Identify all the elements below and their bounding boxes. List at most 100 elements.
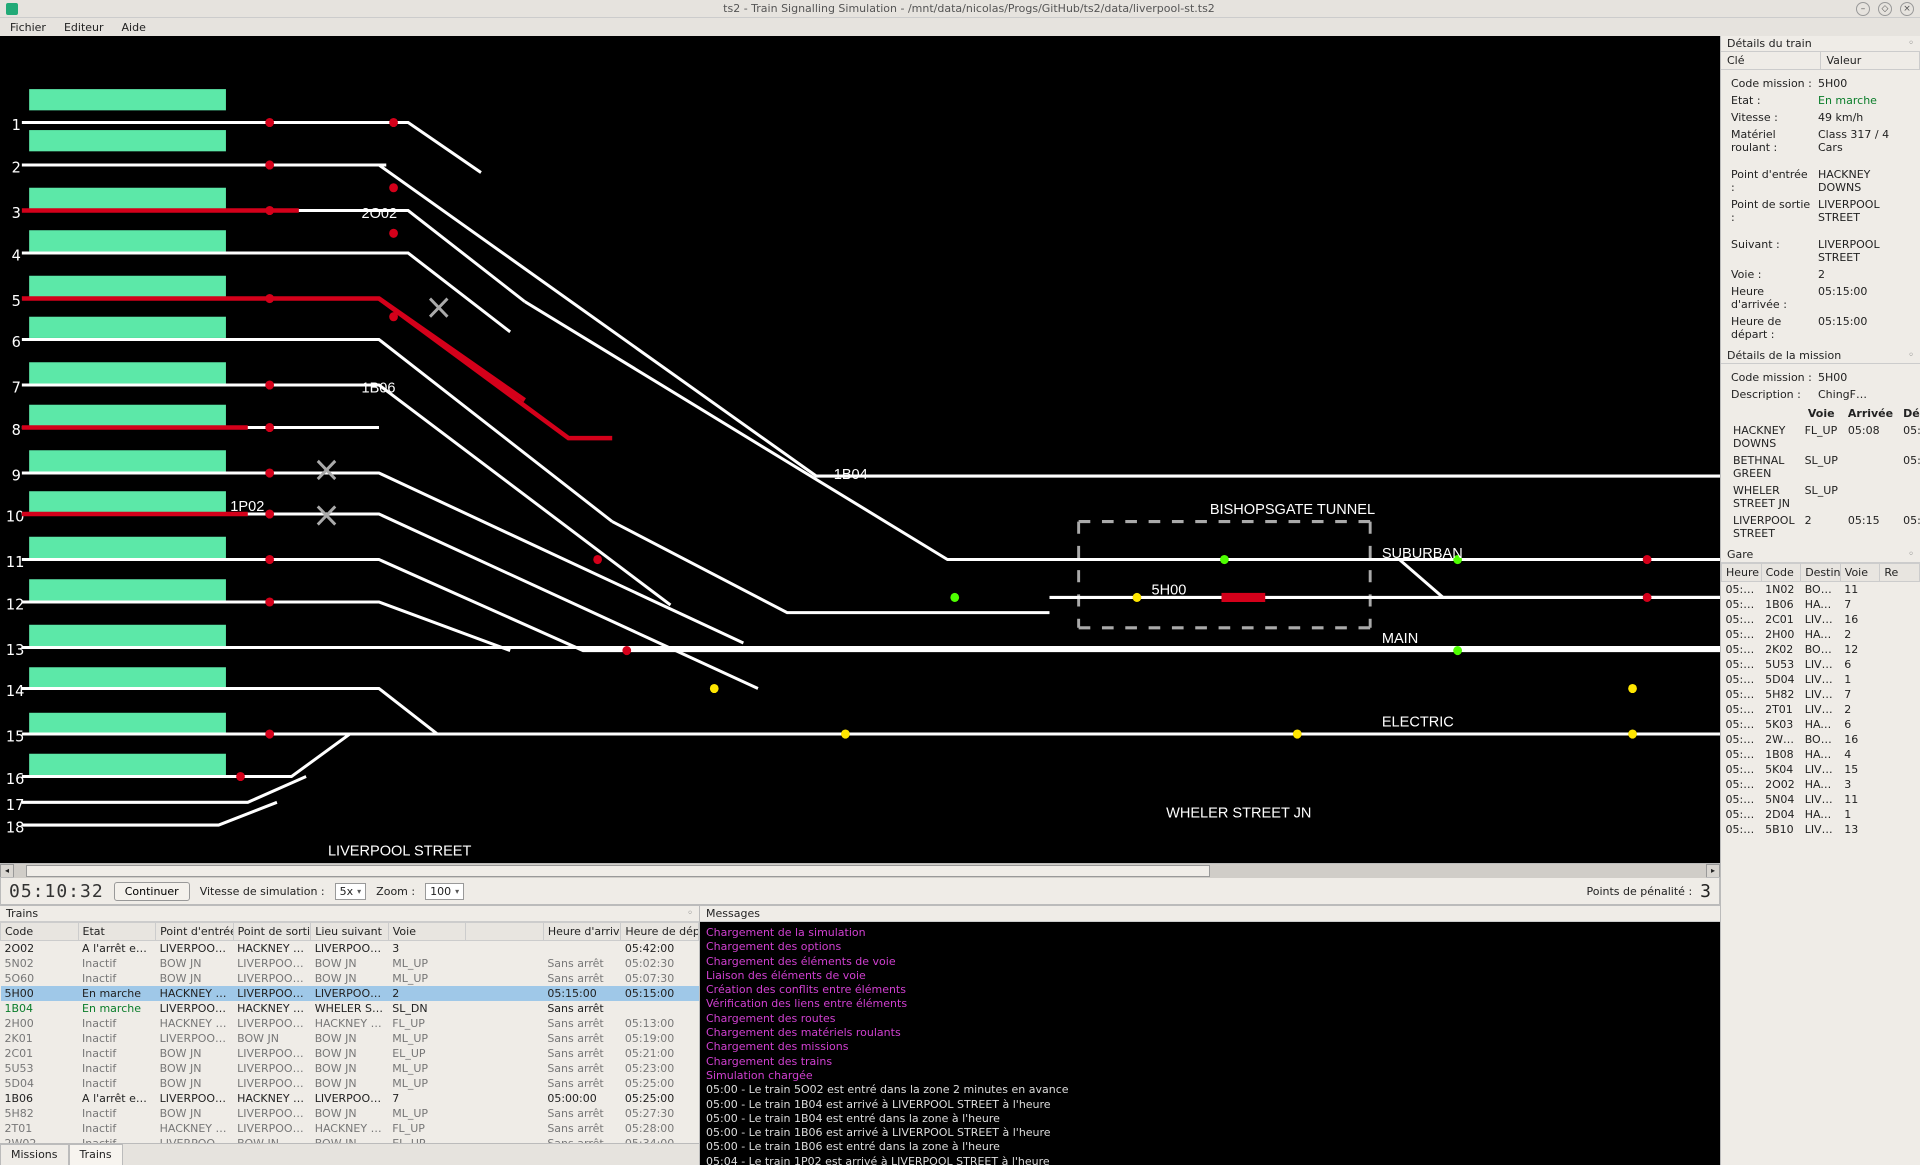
table-row[interactable]: 1B04En marcheLIVERPOOL ST…HACKNEY DO…WHE… [1,1001,699,1016]
svg-text:10: 10 [6,507,25,525]
col-key: Clé [1721,52,1821,69]
table-row[interactable]: 5H00En marcheHACKNEY DO…LIVERPOOL ST…LIV… [1,986,699,1001]
track-diagram[interactable]: 12 34 56 78 910 1112 1314 1516 1718 [0,36,1720,863]
mission-header: Détails de la mission [1727,349,1841,362]
svg-text:13: 13 [6,641,25,659]
train-detail-table: Code mission :5H00Etat :En marcheVitesse… [1727,74,1914,344]
table-row[interactable]: 05:231N02BOW JN11 [1722,582,1920,598]
menu-aide[interactable]: Aide [122,21,146,34]
table-row[interactable]: 1B06A l'arrêt en gareLIVERPOOL ST…HACKNE… [1,1091,699,1106]
table-row[interactable]: 05:282H00HACKNEY DOWNS2 [1722,627,1920,642]
svg-text:6: 6 [12,333,21,351]
table-row[interactable]: 05:282K02BOW JN12 [1722,642,1920,657]
table-row[interactable]: 5H82InactifBOW JNLIVERPOOL ST…BOW JNML_U… [1,1106,699,1121]
zoom-label: Zoom : [376,885,415,898]
penalty-label: Points de pénalité : [1587,885,1693,898]
table-row[interactable]: 05:295U53LIVERPOOL STREET6 [1722,657,1920,672]
scroll-right-icon[interactable]: ▸ [1706,864,1720,878]
table-row[interactable]: 2T01InactifHACKNEY DO…LIVERPOOL ST…HACKN… [1,1121,699,1136]
table-row[interactable]: 5O60InactifBOW JNLIVERPOOL ST…BOW JNML_U… [1,971,699,986]
svg-text:15: 15 [6,727,25,745]
table-row[interactable]: 05:362T01LIVERPOOL STREET2 [1722,702,1920,717]
table-row[interactable]: 05:251B06HACKNEY DOWNS7 [1722,597,1920,612]
table-row[interactable]: 05:375K03HACKNEY DOWNS6 [1722,717,1920,732]
sim-speed-label: Vitesse de simulation : [200,885,325,898]
close-icon[interactable]: × [1900,2,1914,16]
svg-text:7: 7 [12,378,21,396]
platforms [29,89,226,775]
svg-text:WHELER STREET JN: WHELER STREET JN [1166,805,1311,821]
svg-text:SUBURBAN: SUBURBAN [1382,546,1463,562]
table-row[interactable]: 05:422O02HACKNEY DOWNS3 [1722,777,1920,792]
sim-speed-select[interactable]: 5x [335,883,367,900]
zoom-select[interactable]: 100 [425,883,464,900]
menu-editeur[interactable]: Editeur [64,21,104,34]
train-detail-header: Détails du train [1727,37,1812,50]
svg-text:2: 2 [12,158,21,176]
table-row[interactable]: 05:452D04HACKNEY DOWNS1 [1722,807,1920,822]
maximize-icon[interactable]: ◇ [1878,2,1892,16]
svg-text:3: 3 [12,204,21,222]
gare-header: Gare [1727,548,1753,561]
svg-text:1P02: 1P02 [230,499,264,515]
minimize-icon[interactable]: – [1856,2,1870,16]
messages-log[interactable]: Chargement de la simulationChargement de… [700,922,1720,1165]
chevron-icon[interactable]: ◦ [687,908,693,919]
svg-text:17: 17 [6,796,25,814]
svg-text:5H00: 5H00 [1152,582,1187,598]
svg-text:1B04: 1B04 [834,467,868,483]
svg-text:LIVERPOOL STREET: LIVERPOOL STREET [328,843,471,859]
table-row[interactable]: 5N02InactifBOW JNLIVERPOOL ST…BOW JNML_U… [1,956,699,971]
table-row[interactable]: 05:455B10LIVERPOOL STREET13 [1722,822,1920,837]
svg-text:11: 11 [6,553,25,571]
penalty-value: 3 [1700,881,1711,902]
chevron-icon[interactable]: ◦ [1908,350,1914,361]
svg-text:14: 14 [6,682,25,700]
mission-kv: Code mission :5H00Description :ChingF… [1727,368,1914,404]
svg-text:MAIN: MAIN [1382,631,1418,647]
table-row[interactable]: 2K01InactifLIVERPOOL ST…BOW JNBOW JNML_U… [1,1031,699,1046]
window-title: ts2 - Train Signalling Simulation - /mnt… [24,2,1914,15]
messages-header: Messages [706,907,760,920]
trains-header: Trains [6,907,38,920]
table-row[interactable]: 05:405K04LIVERPOOL STREET15 [1722,762,1920,777]
svg-text:18: 18 [6,818,25,836]
table-row[interactable]: 2C01InactifBOW JNLIVERPOOL ST…BOW JNEL_U… [1,1046,699,1061]
col-value: Valeur [1821,52,1920,69]
tab-missions[interactable]: Missions [0,1144,69,1165]
tab-trains[interactable]: Trains [69,1144,123,1165]
table-row[interactable]: 5U53InactifBOW JNLIVERPOOL ST…BOW JNML_U… [1,1061,699,1076]
gare-table[interactable]: HeureCodeDestinationVoieRe 05:231N02BOW … [1721,563,1920,837]
trains-table[interactable]: CodeEtatPoint d'entréePoint de sortieLie… [0,922,699,1143]
menu-fichier[interactable]: Fichier [10,21,46,34]
svg-text:9: 9 [12,466,21,484]
table-row[interactable]: 05:325D04LIVERPOOL STREET1 [1722,672,1920,687]
svg-text:1: 1 [12,116,21,134]
chevron-icon[interactable]: ◦ [1908,549,1914,560]
table-row[interactable]: 05:401B08HACKNEY DOWNS4 [1722,747,1920,762]
continue-button[interactable]: Continuer [114,882,190,901]
svg-text:4: 4 [12,246,21,264]
table-row[interactable]: 05:262C01LIVERPOOL STREET16 [1722,612,1920,627]
svg-text:ELECTRIC: ELECTRIC [1382,714,1454,730]
svg-text:8: 8 [12,421,21,439]
svg-text:5: 5 [12,292,21,310]
track-hscroll[interactable]: ◂ ▸ [0,863,1720,877]
svg-text:2O02: 2O02 [361,206,397,222]
chevron-icon[interactable]: ◦ [1908,38,1914,49]
table-row[interactable]: 05:372W02BOW JN16 [1722,732,1920,747]
table-row[interactable]: 2H00InactifHACKNEY DO…LIVERPOOL ST…HACKN… [1,1016,699,1031]
table-row[interactable]: 05:335H82LIVERPOOL STREET7 [1722,687,1920,702]
table-row[interactable]: 2O02A l'arrêt en gareLIVERPOOL ST…HACKNE… [1,941,699,957]
scroll-left-icon[interactable]: ◂ [0,864,14,878]
svg-text:16: 16 [6,770,25,788]
table-row[interactable]: 2W02InactifLIVERPOOL ST…BOW JNBOW JNEL_U… [1,1136,699,1143]
sim-clock: 05:10:32 [9,881,104,902]
mission-schedule: VoieArrivéeDépart HACKNEY DOWNSFL_UP05:0… [1727,404,1920,543]
svg-text:BISHOPSGATE TUNNEL: BISHOPSGATE TUNNEL [1210,502,1375,518]
svg-text:1B06: 1B06 [361,380,395,396]
svg-text:12: 12 [6,595,25,613]
table-row[interactable]: 5D04InactifBOW JNLIVERPOOL ST…BOW JNML_U… [1,1076,699,1091]
app-icon [6,3,18,15]
table-row[interactable]: 05:435N04LIVERPOOL STREET11 [1722,792,1920,807]
